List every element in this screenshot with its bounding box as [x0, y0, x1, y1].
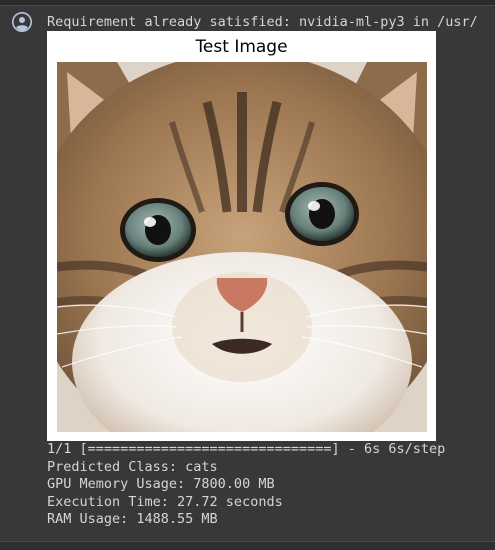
kitten-image [57, 62, 427, 432]
cat-face-illustration [57, 62, 427, 432]
robot-icon[interactable] [12, 12, 32, 32]
top-divider [0, 0, 495, 6]
pip-output-line: Requirement already satisfied: nvidia-ml… [47, 14, 478, 30]
matplotlib-figure: Test Image [47, 31, 436, 441]
progress-line: 1/1 [==============================] - 6… [47, 441, 446, 457]
gpu-memory-line: GPU Memory Usage: 7800.00 MB [47, 476, 275, 492]
figure-title: Test Image [195, 37, 288, 57]
ram-usage-line: RAM Usage: 1488.55 MB [47, 511, 218, 527]
console-output: 1/1 [==============================] - 6… [47, 441, 495, 529]
execution-time-line: Execution Time: 27.72 seconds [47, 493, 283, 510]
predicted-class-line: Predicted Class: cats [47, 458, 218, 475]
